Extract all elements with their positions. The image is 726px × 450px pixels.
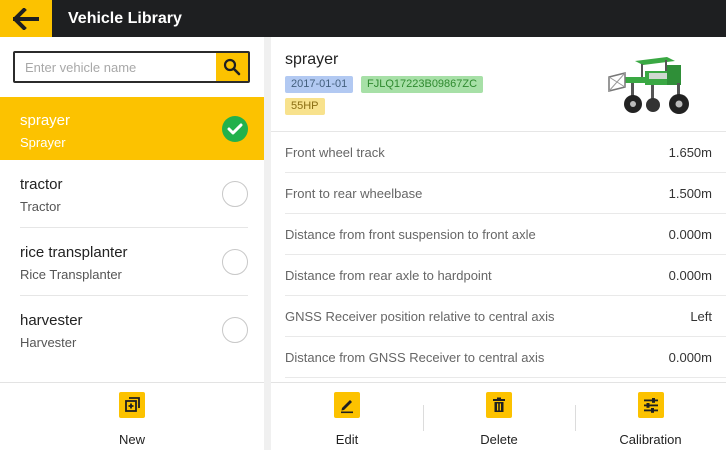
calibration-button[interactable]: Calibration <box>575 383 726 450</box>
vehicle-type: Sprayer <box>20 135 66 150</box>
add-icon <box>119 392 145 418</box>
trash-icon <box>486 392 512 418</box>
param-label: Front wheel track <box>285 145 385 160</box>
arrow-left-icon <box>13 7 39 30</box>
param-row: Distance from GNSS Receiver to central a… <box>285 337 726 378</box>
calibration-label: Calibration <box>619 432 682 447</box>
delete-label: Delete <box>480 432 518 447</box>
radio-button[interactable] <box>222 317 248 343</box>
page-title: Vehicle Library <box>68 10 182 27</box>
sliders-icon <box>637 392 664 418</box>
param-row: GNSS Receiver position relative to centr… <box>285 296 726 337</box>
search-box <box>13 51 250 83</box>
radio-button[interactable] <box>222 249 248 275</box>
vehicle-detail-panel: sprayer 2017-01-01 FJLQ17223B09867ZC 55H… <box>271 37 726 450</box>
param-value: 1.650m <box>668 145 712 160</box>
vehicle-type: Tractor <box>20 199 61 214</box>
panel-divider <box>264 37 271 450</box>
right-footer: Edit Delete Calibration <box>271 382 726 450</box>
sprayer-vehicle-image <box>608 57 689 114</box>
edit-button[interactable]: Edit <box>271 383 423 450</box>
power-badge: 55HP <box>285 98 325 115</box>
edit-icon <box>334 392 360 418</box>
param-value: 0.000m <box>668 227 712 242</box>
search-button[interactable] <box>216 53 248 81</box>
param-row: Front to rear wheelbase 1.500m <box>285 173 726 214</box>
back-button[interactable] <box>0 0 52 37</box>
search-icon <box>223 58 241 76</box>
param-label: Front to rear wheelbase <box>285 186 423 201</box>
param-row: Distance from front suspension to front … <box>285 214 726 255</box>
param-value: 0.000m <box>668 350 712 365</box>
vehicle-params-list: Front wheel track 1.650m Front to rear w… <box>271 131 726 378</box>
vehicle-item-harvester[interactable]: harvester Harvester <box>0 296 264 364</box>
param-row: Distance from rear axle to hardpoint 0.0… <box>285 255 726 296</box>
vehicle-type: Rice Transplanter <box>20 267 122 282</box>
vehicle-list-panel: sprayer Sprayer tractor Tractor rice tra… <box>0 37 264 450</box>
param-label: GNSS Receiver position relative to centr… <box>285 309 555 324</box>
param-label: Distance from GNSS Receiver to central a… <box>285 350 545 365</box>
vehicle-name: tractor <box>20 176 63 193</box>
vehicle-type: Harvester <box>20 335 77 350</box>
radio-button[interactable] <box>222 181 248 207</box>
app-header: Vehicle Library <box>0 0 726 37</box>
delete-button[interactable]: Delete <box>423 383 575 450</box>
new-label: New <box>118 432 145 447</box>
param-value: 0.000m <box>668 268 712 283</box>
param-row: Front wheel track 1.650m <box>285 132 726 173</box>
edit-label: Edit <box>335 432 359 447</box>
vehicle-item-tractor[interactable]: tractor Tractor <box>0 160 264 228</box>
vehicle-name: sprayer <box>20 112 71 129</box>
date-badge: 2017-01-01 <box>285 76 354 93</box>
new-button[interactable]: New <box>0 383 264 450</box>
vehicle-detail-title: sprayer <box>285 51 339 68</box>
left-footer: New <box>0 382 264 450</box>
serial-badge: FJLQ17223B09867ZC <box>361 76 484 93</box>
vehicle-name: rice transplanter <box>20 244 128 261</box>
param-label: Distance from front suspension to front … <box>285 227 536 242</box>
param-value: 1.500m <box>668 186 712 201</box>
search-input[interactable] <box>15 53 216 81</box>
selected-check-icon[interactable] <box>222 116 248 142</box>
vehicle-item-sprayer[interactable]: sprayer Sprayer <box>0 97 264 160</box>
vehicle-list: sprayer Sprayer tractor Tractor rice tra… <box>0 97 264 364</box>
param-label: Distance from rear axle to hardpoint <box>285 268 492 283</box>
vehicle-name: harvester <box>20 312 83 329</box>
param-value: Left <box>690 309 712 324</box>
vehicle-item-rice-transplanter[interactable]: rice transplanter Rice Transplanter <box>0 228 264 296</box>
